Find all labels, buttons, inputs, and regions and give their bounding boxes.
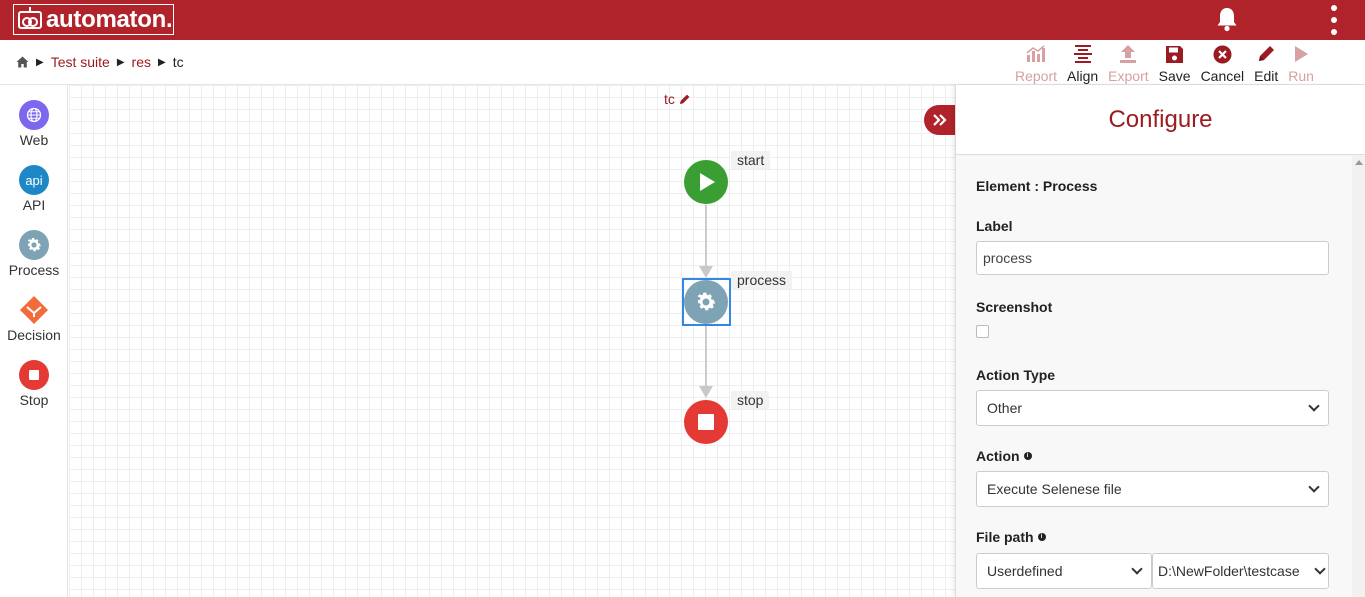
chevron-down-icon [1314,563,1326,575]
decision-icon [19,295,49,325]
home-icon[interactable] [16,56,29,68]
stop-icon [19,360,49,390]
top-bar: automaton. [0,0,1365,40]
palette-item-stop[interactable]: Stop [0,360,68,408]
stop-node[interactable] [684,400,728,444]
label-field-label: Label [976,218,1013,234]
breadcrumb: ▶ Test suite ▶ res ▶ tc [16,54,184,70]
floppy-disk-icon [1164,42,1186,66]
app-logo[interactable]: automaton. [13,4,174,35]
palette-item-web[interactable]: Web [0,100,68,148]
configure-panel-header: Configure [956,85,1365,155]
action-label: Action i [976,448,1032,464]
action-value: Execute Selenese file [987,481,1122,497]
flow-canvas[interactable]: tc start process stop [69,85,955,597]
edit-button[interactable]: Edit [1249,42,1283,84]
edit-label: Edit [1254,68,1279,84]
breadcrumb-current: tc [172,54,184,70]
bell-icon[interactable] [1216,6,1238,32]
configure-panel: Configure Element : Process Label proces… [955,85,1365,597]
screenshot-label: Screenshot [976,299,1053,315]
connector-arrow [699,266,713,278]
cancel-label: Cancel [1200,68,1245,84]
double-chevron-right-icon [933,114,947,126]
export-button[interactable]: Export [1103,42,1153,84]
info-icon[interactable]: i [1023,452,1032,460]
file-path-source-value: Userdefined [987,563,1063,579]
file-path-source-select[interactable]: Userdefined [976,553,1152,589]
breadcrumb-res[interactable]: res [132,54,151,70]
sub-header: ▶ Test suite ▶ res ▶ tc Report Align Exp… [0,40,1365,85]
align-label: Align [1067,68,1099,84]
globe-icon [19,100,49,130]
start-node[interactable] [684,160,728,204]
process-node-label: process [731,271,793,289]
chevron-down-icon [1308,481,1320,493]
scroll-up-icon[interactable] [1355,160,1363,165]
breadcrumb-separator: ▶ [158,56,166,68]
file-path-value-select[interactable]: D:\NewFolder\testcase [1152,553,1329,589]
palette-item-process[interactable]: Process [0,230,68,278]
kebab-menu-icon[interactable] [1331,5,1339,35]
play-icon [1290,42,1312,66]
start-node-label: start [731,151,771,169]
save-button[interactable]: Save [1154,42,1196,84]
flow-connectors [682,160,731,444]
bar-chart-icon [1025,42,1047,66]
action-type-value: Other [987,400,1023,416]
action-type-select[interactable]: Other [976,390,1329,426]
palette-item-api[interactable]: api API [0,165,68,213]
palette-item-decision[interactable]: Decision [0,295,68,343]
run-label: Run [1288,68,1314,84]
align-icon [1072,42,1094,66]
action-type-label: Action Type [976,367,1056,383]
logo-text: automaton. [46,5,173,33]
gear-icon [19,230,49,260]
palette-label-web: Web [19,132,49,148]
element-type: Element : Process [976,178,1098,194]
file-path-label: File path i [976,529,1046,545]
element-palette: Web api API Process Decision Stop [0,85,68,597]
process-node[interactable] [682,278,731,326]
run-button[interactable]: Run [1283,42,1319,84]
configure-panel-title: Configure [1108,105,1213,133]
upload-icon [1117,42,1139,66]
export-label: Export [1108,68,1149,84]
report-label: Report [1015,68,1058,84]
palette-label-decision: Decision [7,327,61,343]
stop-node-label: stop [731,391,770,409]
breadcrumb-separator: ▶ [116,56,125,68]
chevron-down-icon [1308,400,1320,412]
file-path-value: D:\NewFolder\testcase [1158,563,1300,579]
label-input[interactable]: process [976,241,1329,275]
palette-label-stop: Stop [19,392,49,408]
palette-label-api: API [22,197,46,213]
palette-label-process: Process [8,262,60,278]
robot-logo-icon [18,6,42,29]
configure-panel-body: Element : Process Label process Screensh… [956,156,1352,597]
align-button[interactable]: Align [1062,42,1103,84]
action-select[interactable]: Execute Selenese file [976,471,1329,507]
connector-arrow [699,386,713,398]
breadcrumb-test-suite[interactable]: Test suite [51,54,110,70]
collapse-panel-button[interactable] [924,105,956,135]
panel-scrollbar[interactable] [1352,156,1365,597]
screenshot-checkbox[interactable] [976,325,989,338]
info-icon[interactable]: i [1037,533,1046,541]
cancel-button[interactable]: Cancel [1196,42,1250,84]
toolbar: Report Align Export Save Cancel Edit Run [1010,42,1319,84]
pencil-icon [1255,42,1277,66]
save-label: Save [1158,68,1191,84]
report-button[interactable]: Report [1010,42,1062,84]
cancel-icon [1211,42,1233,66]
breadcrumb-separator: ▶ [36,56,44,68]
chevron-down-icon [1131,563,1143,575]
api-icon: api [19,165,49,195]
